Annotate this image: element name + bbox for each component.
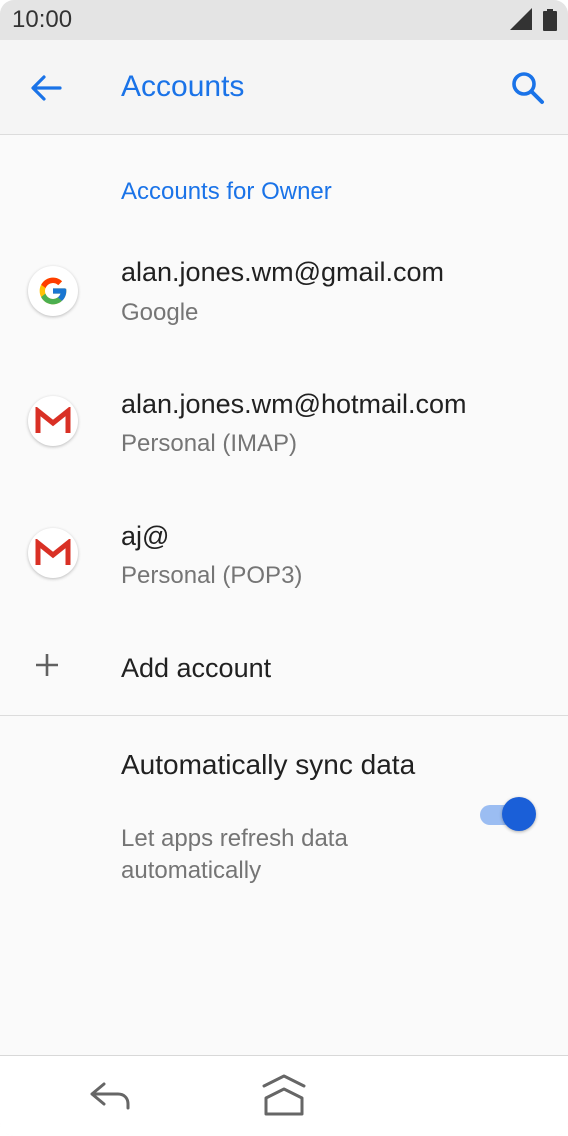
- toggle-thumb: [502, 797, 536, 831]
- page-title: Accounts: [121, 70, 245, 103]
- status-bar: 10:00: [0, 0, 568, 40]
- phone-screen: 10:00 Accounts Accounts for Owner alan.j…: [0, 0, 568, 1136]
- app-bar: Accounts: [0, 40, 568, 135]
- add-account-label: Add account: [121, 653, 272, 683]
- account-type: Personal (IMAP): [121, 430, 298, 457]
- plus-icon: [36, 654, 58, 676]
- gmail-icon: [28, 528, 78, 578]
- gmail-icon: [28, 396, 78, 446]
- auto-sync-title: Automatically sync data: [121, 749, 416, 780]
- account-row-hotmail[interactable]: alan.jones.wm@hotmail.com Personal (IMAP…: [0, 367, 568, 477]
- account-email: alan.jones.wm@gmail.com: [121, 257, 445, 287]
- account-row-pop3[interactable]: aj@ Personal (POP3): [0, 499, 568, 609]
- google-icon: [28, 266, 78, 316]
- auto-sync-subtitle: Let apps refresh data automatically: [121, 825, 348, 884]
- divider: [0, 715, 568, 716]
- account-row-gmail[interactable]: alan.jones.wm@gmail.com Google: [0, 235, 568, 345]
- search-icon: [512, 72, 544, 104]
- navigation-bar: [0, 1055, 568, 1136]
- account-email: aj@: [121, 521, 170, 551]
- account-type: Personal (POP3): [121, 562, 303, 589]
- cell-signal-icon: [510, 8, 532, 30]
- account-type: Google: [121, 299, 199, 326]
- account-email: alan.jones.wm@hotmail.com: [121, 389, 467, 419]
- status-time: 10:00: [12, 6, 73, 33]
- nav-home-icon[interactable]: [258, 1070, 310, 1122]
- back-button[interactable]: [24, 66, 68, 110]
- arrow-back-icon: [31, 75, 62, 101]
- auto-sync-toggle[interactable]: [480, 797, 540, 833]
- battery-icon: [543, 9, 557, 31]
- add-account-button[interactable]: Add account: [0, 630, 568, 710]
- nav-back-icon[interactable]: [86, 1074, 134, 1114]
- search-button[interactable]: [506, 66, 550, 110]
- section-header: Accounts for Owner: [121, 178, 332, 205]
